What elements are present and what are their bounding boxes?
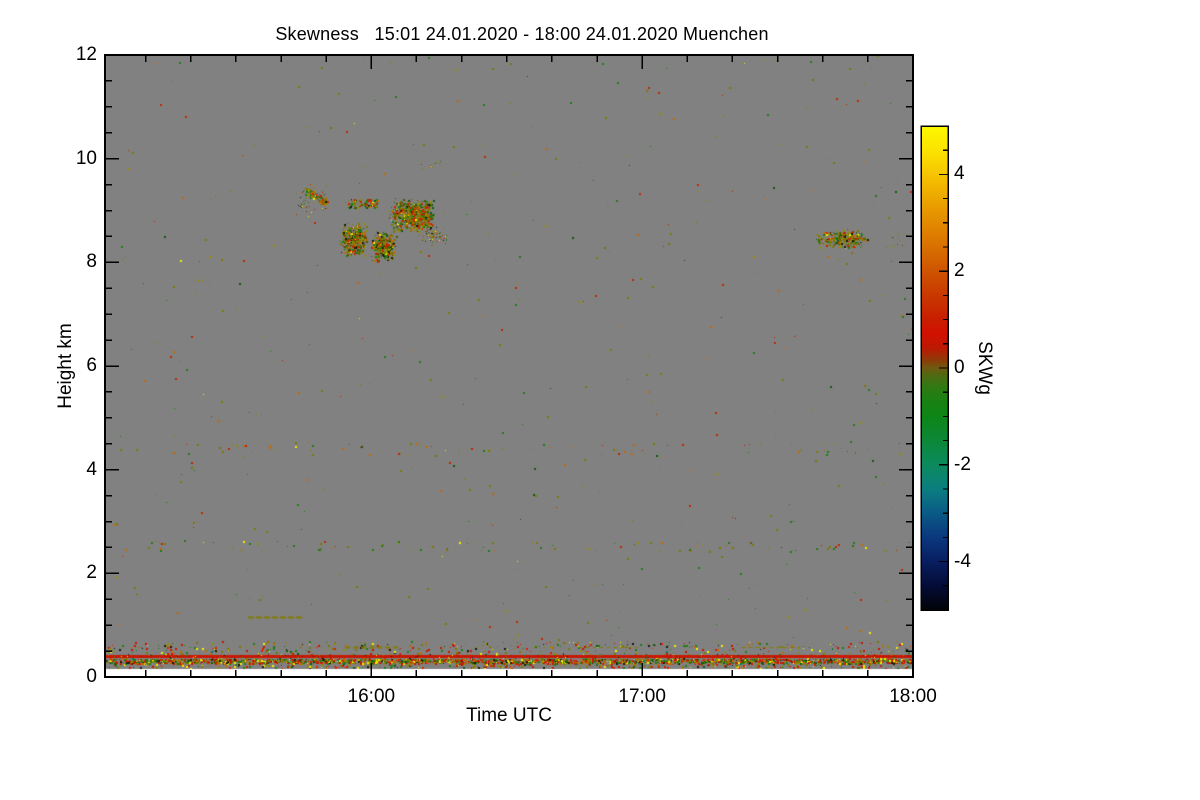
x-axis-label: Time UTC bbox=[466, 705, 552, 726]
chart-title: Skewness 15:01 24.01.2020 - 18:00 24.01.… bbox=[275, 24, 769, 44]
y-tick-label: 8 bbox=[86, 251, 97, 273]
colorbar-tick-label: -4 bbox=[954, 550, 971, 572]
x-tick-label: 16:00 bbox=[347, 686, 396, 707]
heatmap-canvas bbox=[105, 55, 913, 677]
colorbar-gradient bbox=[921, 126, 948, 610]
colorbar-tick-label: 2 bbox=[954, 260, 965, 282]
y-tick-label: 12 bbox=[75, 44, 97, 65]
y-tick-label: 2 bbox=[86, 562, 97, 584]
y-tick-label: 4 bbox=[86, 458, 97, 480]
x-tick-label: 17:00 bbox=[618, 686, 666, 707]
colorbar-tick-label: 4 bbox=[954, 163, 965, 185]
page: { "title": "Skewness 15:01 24.01.2020 - … bbox=[0, 0, 1200, 800]
colorbar-tick-label: 0 bbox=[954, 357, 965, 378]
y-tick-label: 6 bbox=[86, 355, 97, 376]
y-tick-label: 0 bbox=[86, 666, 97, 687]
y-tick-label: 10 bbox=[75, 147, 97, 169]
colorbar-tick-label: -2 bbox=[954, 453, 971, 475]
x-tick-label: 18:00 bbox=[889, 686, 937, 707]
